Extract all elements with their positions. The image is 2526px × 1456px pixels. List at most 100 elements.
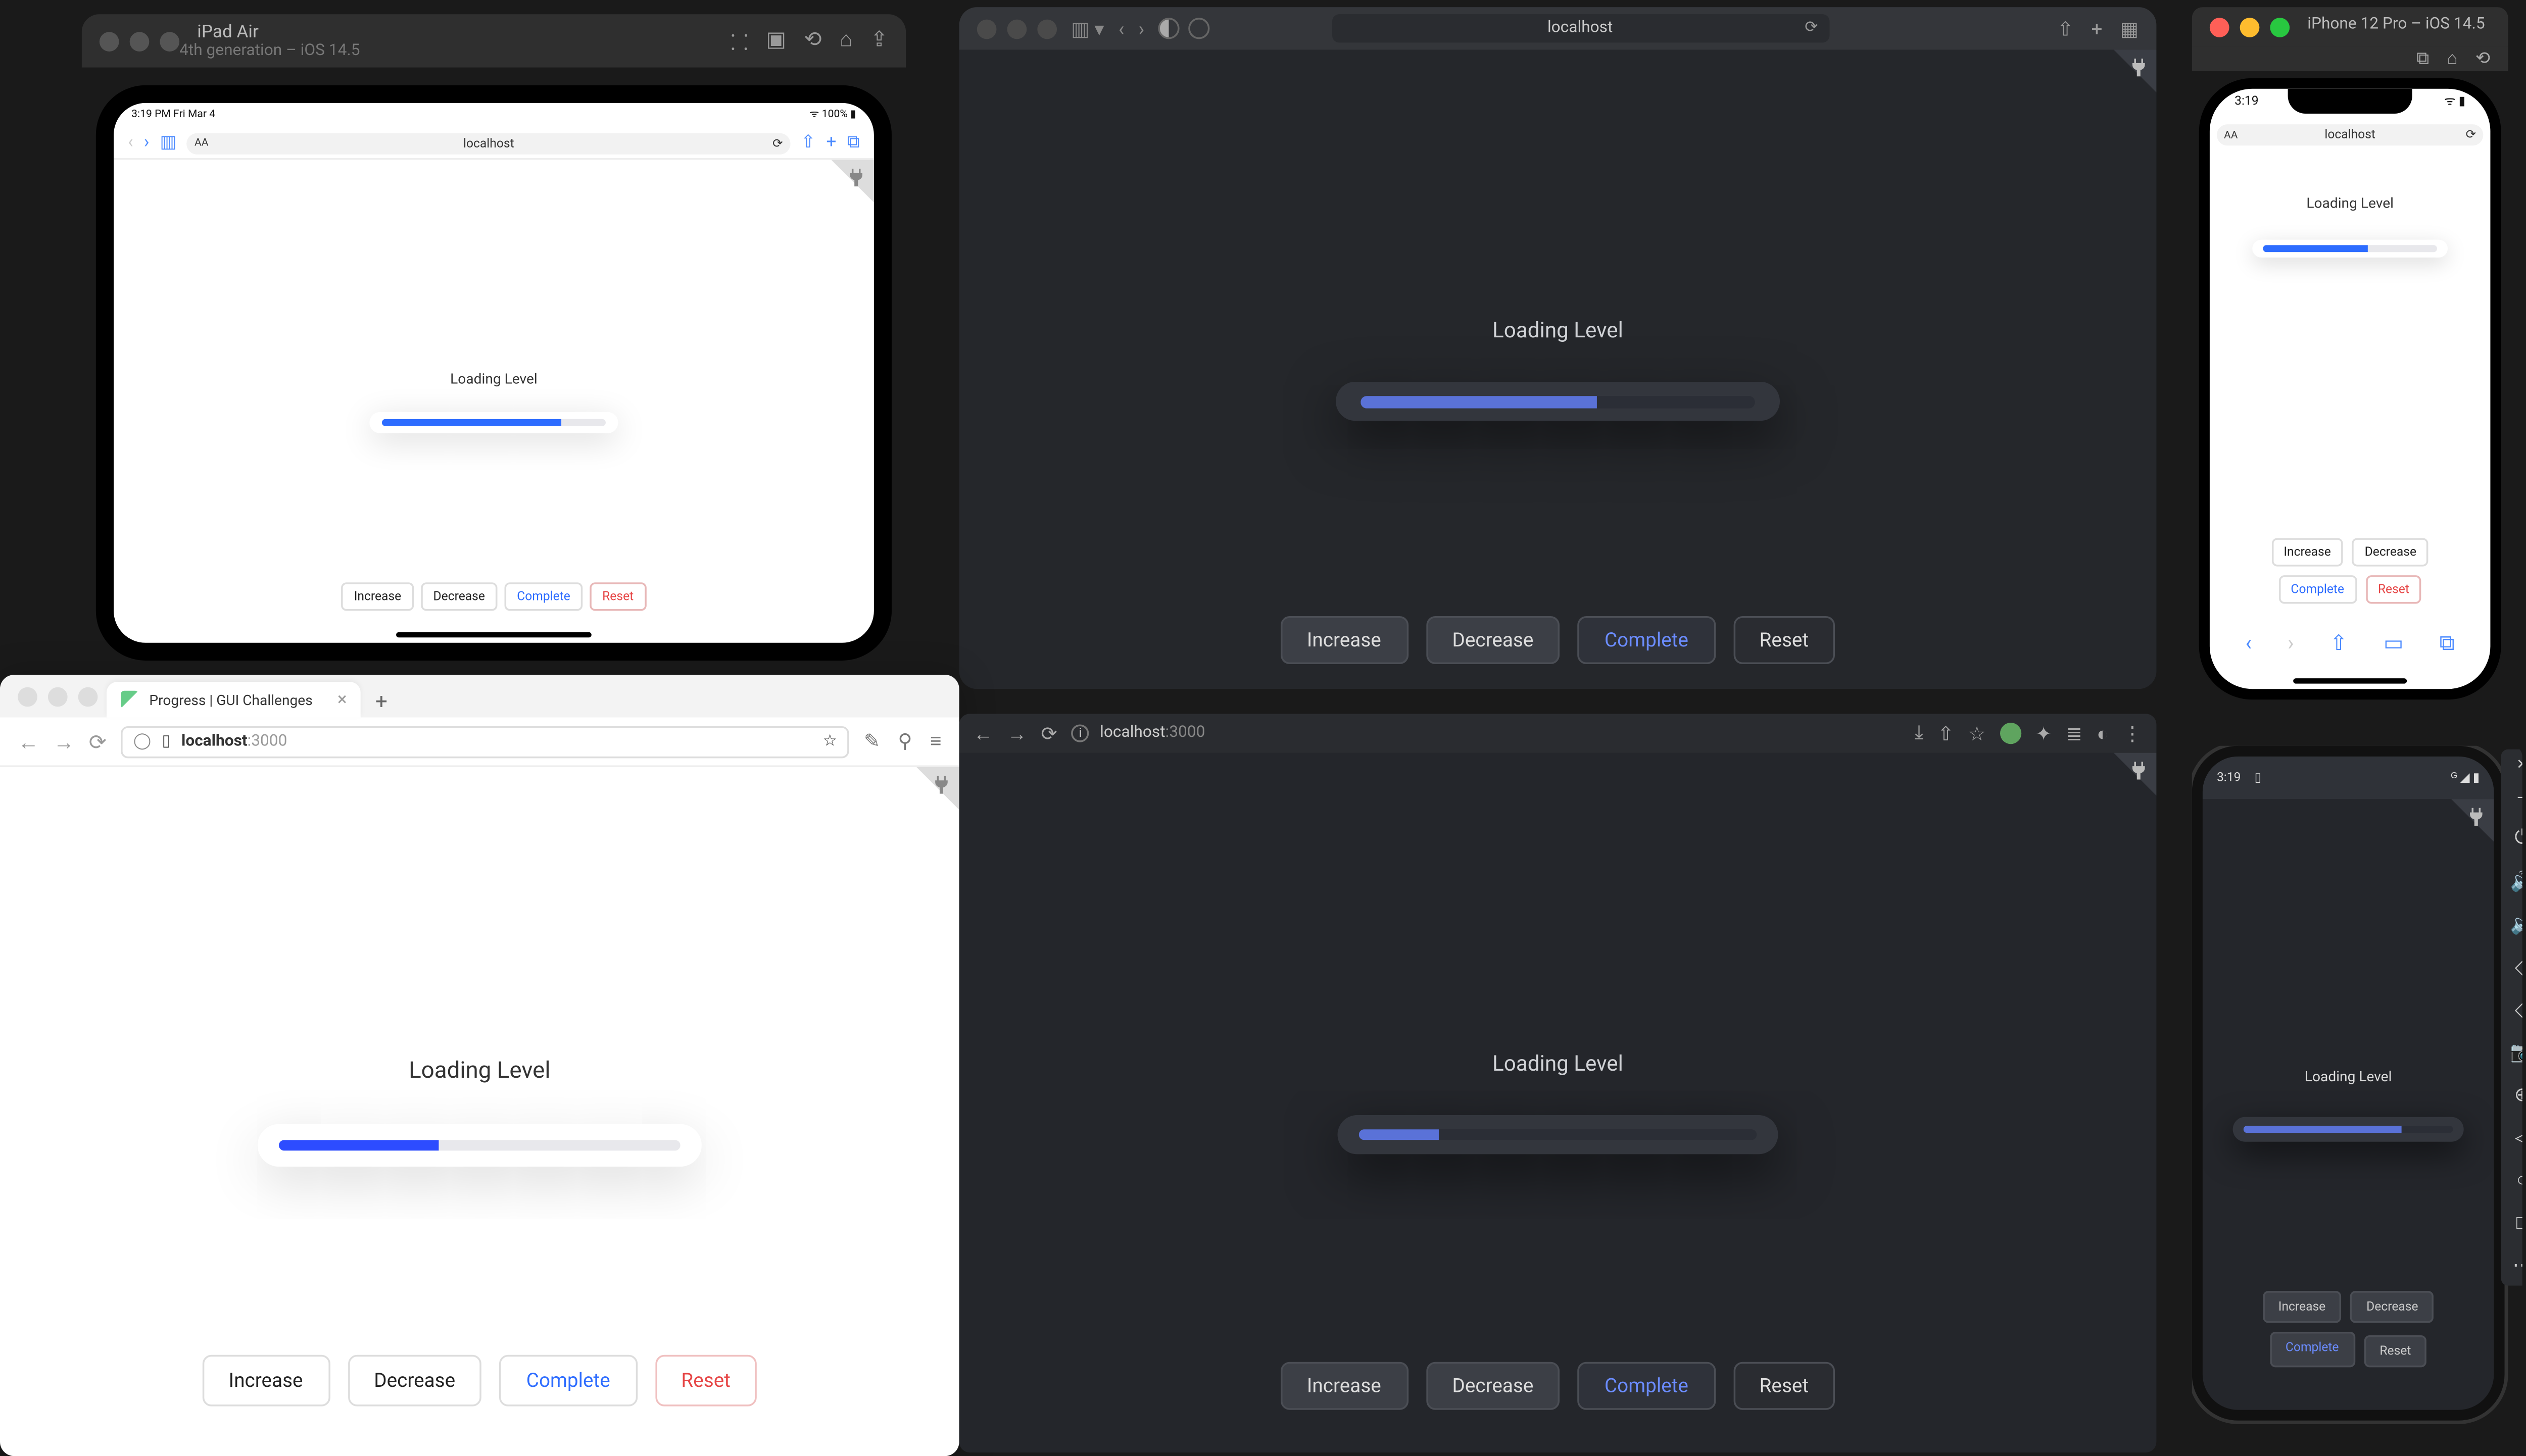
reload-icon[interactable]: ⟳: [2466, 128, 2476, 142]
share-icon[interactable]: ⇧: [801, 133, 816, 153]
complete-button[interactable]: Complete: [2269, 1332, 2355, 1367]
tabs-icon[interactable]: ⧉: [2440, 629, 2455, 656]
reload-button[interactable]: ⟳: [1041, 722, 1057, 745]
increase-button[interactable]: Increase: [202, 1355, 329, 1407]
browser-tab[interactable]: Progress | GUI Challenges ×: [107, 682, 361, 717]
reset-button[interactable]: Reset: [1733, 1362, 1835, 1410]
complete-button[interactable]: Complete: [1578, 1362, 1715, 1410]
back-button[interactable]: ‹: [1119, 17, 1125, 40]
forward-button[interactable]: ›: [144, 133, 150, 153]
home-icon[interactable]: ⌂: [2447, 49, 2458, 69]
firefox-url-bar[interactable]: ◯ ▯ localhost:3000 ☆: [121, 725, 849, 757]
camera-icon[interactable]: 📷: [2508, 1037, 2522, 1065]
simulator-titlebar[interactable]: iPhone 12 Pro – iOS 14.5: [2192, 7, 2508, 46]
power-icon[interactable]: ⏻: [2508, 824, 2522, 852]
iphone-url-bar[interactable]: AA localhost ⟳: [2217, 124, 2483, 145]
extension-icon[interactable]: [2000, 723, 2021, 744]
volume-down-icon[interactable]: 🔉: [2508, 909, 2522, 937]
increase-button[interactable]: Increase: [2262, 1291, 2342, 1323]
reload-icon[interactable]: ⟳: [772, 136, 783, 150]
close-icon[interactable]: ✕: [2516, 757, 2522, 773]
menu-icon[interactable]: ⋮: [2123, 722, 2143, 745]
capture-icon[interactable]: ⸬: [731, 26, 748, 56]
reset-button[interactable]: Reset: [2365, 575, 2421, 604]
install-icon[interactable]: ⤓: [1915, 721, 1923, 745]
overview-icon[interactable]: □: [2508, 1208, 2522, 1236]
shield-icon[interactable]: ◯: [133, 732, 151, 750]
window-traffic-lights[interactable]: [100, 31, 179, 51]
extensions-puzzle-icon[interactable]: ✦: [2035, 722, 2052, 745]
rotate-left-icon[interactable]: ◇: [2508, 952, 2522, 980]
reset-button[interactable]: Reset: [1733, 616, 1835, 664]
window-traffic-lights[interactable]: [18, 687, 98, 707]
tabs-icon[interactable]: ⧉: [847, 133, 860, 153]
reading-list-icon[interactable]: ≣: [2066, 722, 2082, 745]
dark-mode-icon[interactable]: [1189, 18, 1210, 39]
back-icon[interactable]: ◁: [2508, 1122, 2522, 1150]
forward-button[interactable]: →: [53, 729, 74, 754]
forward-button[interactable]: ›: [2288, 630, 2294, 655]
home-icon[interactable]: ○: [2508, 1165, 2522, 1193]
more-icon[interactable]: ⋯: [2508, 1250, 2522, 1278]
sidebar-button[interactable]: ▥: [160, 133, 177, 153]
decrease-button[interactable]: Decrease: [347, 1355, 481, 1407]
rotate-icon[interactable]: ⟲: [2475, 49, 2491, 69]
sidebar-button[interactable]: ▥ ▾: [1071, 17, 1104, 40]
screenshot-icon[interactable]: ⧉: [2416, 49, 2429, 69]
increase-button[interactable]: Increase: [2271, 538, 2344, 566]
window-traffic-lights[interactable]: [2210, 17, 2290, 36]
decrease-button[interactable]: Decrease: [1426, 1362, 1560, 1410]
back-button[interactable]: ←: [974, 722, 993, 745]
visbug-ribbon[interactable]: [899, 767, 959, 828]
minimize-icon[interactable]: —: [2517, 790, 2522, 807]
volume-up-icon[interactable]: 🔊: [2508, 867, 2522, 895]
back-button[interactable]: ←: [18, 729, 39, 754]
back-button[interactable]: ‹: [2245, 630, 2252, 655]
extension-icon[interactable]: ⚲: [898, 730, 912, 753]
reload-button[interactable]: ⟳: [89, 729, 107, 754]
share-icon[interactable]: ⇧: [2057, 17, 2073, 40]
menu-icon[interactable]: ≡: [930, 730, 942, 753]
zoom-icon[interactable]: ⊕: [2508, 1080, 2522, 1108]
home-indicator[interactable]: [396, 632, 592, 638]
reload-icon[interactable]: ⟳: [1805, 20, 1818, 37]
forward-button[interactable]: →: [1007, 722, 1027, 745]
home-indicator[interactable]: [2293, 678, 2407, 684]
lock-icon[interactable]: ▯: [162, 732, 170, 750]
simulator-titlebar[interactable]: iPad Air 4th generation – iOS 14.5 ⸬ ▣ ⟲…: [82, 14, 906, 67]
reset-button[interactable]: Reset: [590, 582, 646, 611]
screenshot-icon[interactable]: ▣: [766, 26, 786, 56]
window-traffic-lights[interactable]: [977, 19, 1057, 38]
safari-url-bar[interactable]: localhost ⟳: [1331, 14, 1828, 42]
decrease-button[interactable]: Decrease: [1426, 616, 1560, 664]
light-mode-icon[interactable]: [1158, 18, 1180, 39]
bookmark-star-icon[interactable]: ☆: [1968, 722, 1986, 745]
text-size-icon[interactable]: AA: [195, 137, 209, 149]
new-tab-button[interactable]: +: [375, 689, 387, 717]
visbug-ribbon[interactable]: [2096, 753, 2157, 814]
complete-button[interactable]: Complete: [2278, 575, 2357, 604]
ipad-url-bar[interactable]: AA localhost ⟳: [187, 132, 790, 154]
home-icon[interactable]: ⌂: [840, 26, 852, 56]
tab-overview-icon[interactable]: ▦: [2120, 17, 2139, 40]
profile-icon[interactable]: ◐: [2097, 722, 2108, 745]
extension-icon[interactable]: ✎: [864, 730, 880, 753]
new-tab-icon[interactable]: +: [2092, 17, 2103, 40]
increase-button[interactable]: Increase: [1280, 616, 1407, 664]
reset-button[interactable]: Reset: [2364, 1335, 2427, 1367]
bookmarks-icon[interactable]: ▭: [2384, 630, 2404, 655]
appearance-toggles[interactable]: [1158, 18, 1210, 39]
decrease-button[interactable]: Decrease: [421, 582, 498, 611]
reset-button[interactable]: Reset: [655, 1355, 757, 1407]
decrease-button[interactable]: Decrease: [2352, 538, 2429, 566]
chrome-url-bar[interactable]: i localhost:3000: [1072, 725, 1205, 742]
complete-button[interactable]: Complete: [1578, 616, 1715, 664]
increase-button[interactable]: Increase: [1280, 1362, 1407, 1410]
share-icon[interactable]: ⇧: [2330, 630, 2348, 655]
decrease-button[interactable]: Decrease: [2350, 1291, 2434, 1323]
complete-button[interactable]: Complete: [505, 582, 583, 611]
increase-button[interactable]: Increase: [342, 582, 414, 611]
rotate-right-icon[interactable]: ◇: [2508, 994, 2522, 1023]
share-icon[interactable]: ⇪: [870, 26, 888, 56]
site-info-icon[interactable]: i: [1072, 725, 1089, 742]
